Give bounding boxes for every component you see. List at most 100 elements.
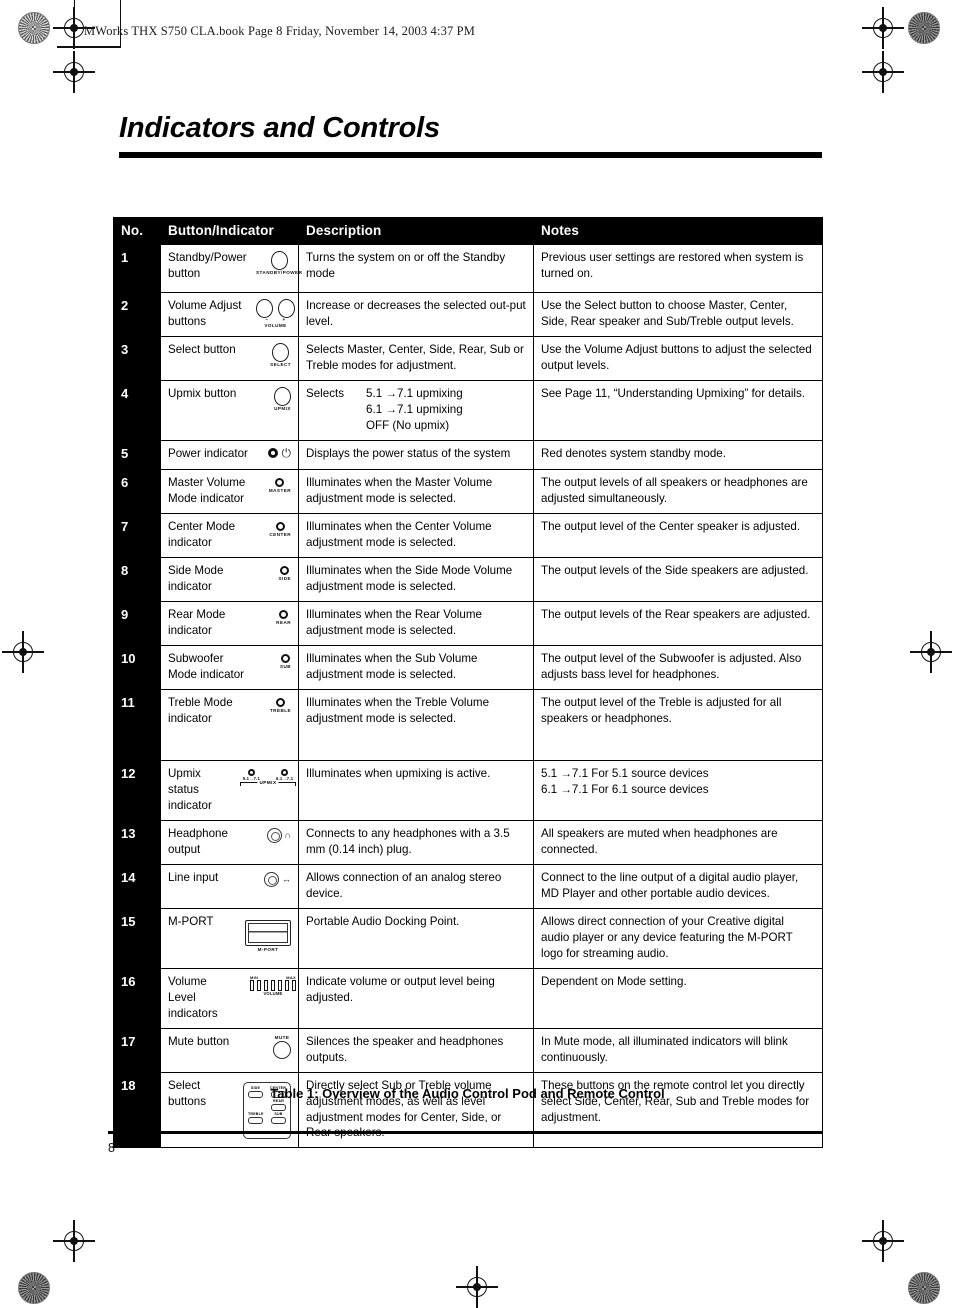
row-notes: In Mute mode, all illuminated indicators… (533, 1027, 823, 1073)
headphone-glyph: ∩ (284, 829, 291, 840)
row-description: Illuminates when the Rear Volume adjustm… (298, 600, 534, 646)
row-number: 1 (113, 244, 161, 293)
notes-line: 6.1 →7.1 For 6.1 source devices (541, 782, 709, 796)
row-description: Directly select Sub or Treble volume adj… (298, 1071, 534, 1149)
row-number: 11 (113, 688, 161, 761)
row-button-label: Mute button (168, 1034, 230, 1048)
row-number: 3 (113, 336, 161, 381)
row-button-label: Volume Level indicators (168, 974, 218, 1020)
column-header-notes: Notes (533, 217, 823, 245)
row-description: Selects Master, Center, Side, Rear, Sub … (298, 336, 534, 381)
mute-button-icon: MUTE (273, 1034, 291, 1060)
row-button-indicator: Line input ↔ (160, 863, 299, 909)
center-mode-led-icon: CENTER (269, 519, 291, 538)
headphone-jack-icon: ∩ (266, 826, 291, 843)
table-header-row: No. Button/Indicator Description Notes (113, 217, 823, 245)
row-number: 2 (113, 292, 161, 337)
line-input-glyph: ↔ (282, 873, 291, 884)
row-number: 17 (113, 1027, 161, 1073)
row-description: Illuminates when the Treble Volume adjus… (298, 688, 534, 761)
upmix-option: 6.1 →7.1 upmixing (366, 402, 463, 416)
row-description: Selects 5.1 →7.1 upmixing 6.1 →7.1 upmix… (298, 379, 534, 441)
row-number: 14 (113, 863, 161, 909)
row-description: Illuminates when the Center Volume adjus… (298, 512, 534, 558)
row-number: 18 (113, 1071, 161, 1149)
upmix-status-leds-icon: 5.1→7.1 6.1→7.1 UPMIX (240, 766, 296, 787)
row-button-indicator: Master Volume Mode indicator MASTER (160, 468, 299, 514)
row-button-label: Power indicator (168, 446, 248, 460)
row-notes: The output level of the Subwoofer is adj… (533, 644, 823, 690)
row-button-indicator: Center Mode indicator CENTER (160, 512, 299, 558)
row-notes: Previous user settings are restored when… (533, 244, 823, 293)
row-notes: The output level of the Center speaker i… (533, 512, 823, 558)
upmix-bracket-caption: UPMIX (257, 780, 279, 787)
table-row: 15 M-PORT M-PORT Portable Audio Docking … (113, 907, 823, 969)
rear-led-caption: REAR (276, 619, 291, 625)
document-page: MWorks THX S750 CLA.book Page 8 Friday, … (0, 0, 954, 1308)
select-icon-caption: SELECT (270, 362, 291, 367)
table-row: 9 Rear Mode indicator REAR Illuminates w… (113, 600, 823, 646)
column-header-button-indicator: Button/Indicator (160, 217, 299, 245)
table-row: 12 Upmix status indicator 5.1→7.1 6.1→7.… (113, 759, 823, 821)
row-button-label: Subwoofer Mode indicator (168, 651, 245, 681)
table-row: 11 Treble Mode indicator TREBLE Illumina… (113, 688, 823, 761)
row-description: Allows connection of an analog stereo de… (298, 863, 534, 909)
volume-adjust-buttons-icon: – + VOLUME (256, 298, 295, 328)
row-notes: The output levels of the Side speakers a… (533, 556, 823, 602)
row-notes: Red denotes system standby mode. (533, 439, 823, 470)
table-caption: Table 1: Overview of the Audio Control P… (270, 1086, 665, 1101)
row-button-label: Upmix status indicator (168, 766, 212, 812)
row-description: Silences the speaker and headphones outp… (298, 1027, 534, 1073)
table-row: 6 Master Volume Mode indicator MASTER Il… (113, 468, 823, 514)
m-port-connector-icon: M-PORT (245, 914, 291, 953)
page-number: 8 (108, 1141, 115, 1155)
row-number: 5 (113, 439, 161, 470)
subwoofer-mode-led-icon: SUB (280, 651, 291, 670)
table-row: 18 Select buttons SIDE CENTER REAR TREBL… (113, 1071, 823, 1149)
row-button-indicator: M-PORT M-PORT (160, 907, 299, 969)
row-number: 7 (113, 512, 161, 558)
row-description: Indicate volume or output level being ad… (298, 967, 534, 1029)
indicators-and-controls-table: No. Button/Indicator Description Notes 1… (113, 217, 823, 1149)
table-row: 13 Headphone output ∩ Connects to any he… (113, 819, 823, 865)
row-description: Illuminates when the Sub Volume adjustme… (298, 644, 534, 690)
table-row: 14 Line input ↔ Allows connection of an … (113, 863, 823, 909)
row-notes: Dependent on Mode setting. (533, 967, 823, 1029)
sub-led-caption: SUB (279, 663, 291, 669)
row-button-indicator: Upmix status indicator 5.1→7.1 6.1→7.1 U… (160, 759, 299, 821)
column-header-description: Description (298, 217, 534, 245)
column-header-no: No. (113, 217, 161, 245)
upmix-option: OFF (No upmix) (366, 418, 450, 432)
power-indicator-led-icon: ⏻ (267, 445, 292, 460)
row-notes: Allows direct connection of your Creativ… (533, 907, 823, 969)
master-led-caption: MASTER (268, 487, 291, 493)
m-port-caption: M-PORT (257, 946, 279, 952)
row-description: Illuminates when the Master Volume adjus… (298, 468, 534, 514)
remote-button-caption: TREBLE (248, 1111, 264, 1116)
side-mode-led-icon: SIDE (278, 563, 291, 582)
row-number: 8 (113, 556, 161, 602)
row-number: 6 (113, 468, 161, 514)
row-button-label: Center Mode indicator (168, 519, 236, 549)
row-button-indicator: Power indicator ⏻ (160, 439, 299, 470)
power-symbol-glyph: ⏻ (281, 445, 292, 460)
row-button-label: Select button (168, 343, 236, 356)
row-number: 10 (113, 644, 161, 690)
row-number: 16 (113, 967, 161, 1029)
row-button-indicator: Mute button MUTE (160, 1027, 299, 1073)
row-description: Portable Audio Docking Point. (298, 907, 534, 969)
row-button-indicator: Standby/Power button STANDBY/POWER (160, 244, 302, 293)
rear-mode-led-icon: REAR (276, 607, 291, 626)
standby-power-button-icon: STANDBY/POWER (256, 250, 302, 276)
row-button-indicator: Volume Adjust buttons – + VOLUME (160, 292, 299, 337)
row-number: 13 (113, 819, 161, 865)
row-button-indicator: Select buttons SIDE CENTER REAR TREBLE S… (160, 1071, 299, 1149)
row-button-label: Standby/Power button (168, 251, 247, 280)
standby-power-icon-caption: STANDBY/POWER (256, 270, 303, 275)
row-button-label: M-PORT (168, 914, 214, 928)
table-row: 4 Upmix button UPMIX Selects 5.1 →7.1 up… (113, 379, 823, 441)
master-mode-led-icon: MASTER (269, 475, 291, 494)
row-button-label: Volume Adjust buttons (168, 299, 242, 328)
side-led-caption: SIDE (278, 575, 291, 581)
row-button-label: Headphone output (168, 826, 228, 856)
